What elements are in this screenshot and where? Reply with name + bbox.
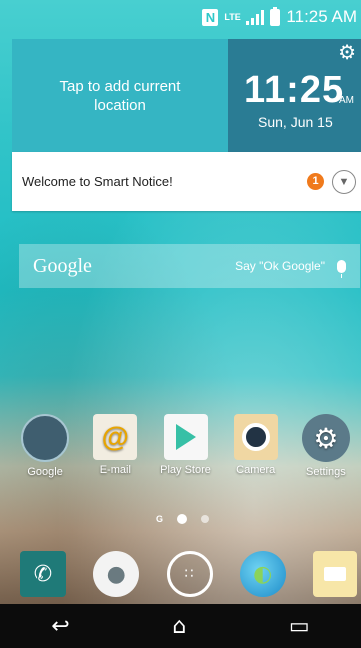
app-google[interactable]: Google [10,414,80,482]
app-label: E-mail [99,464,131,476]
page-dot-active [177,514,188,524]
app-email[interactable]: @ E-mail [80,414,150,482]
gear-icon[interactable]: ⚙ [338,43,356,63]
app-camera[interactable]: Camera [221,414,291,482]
app-row: Google @ E-mail Play Store Camera ⚙ Sett… [10,414,361,482]
contacts-icon[interactable]: ● [93,551,140,597]
smart-notice-card[interactable]: Welcome to Smart Notice! 1 ▼ [12,152,361,211]
page-indicator[interactable]: G [156,514,210,524]
recent-apps-icon[interactable]: ▭ [289,614,310,639]
location-prompt: Tap to add current location [59,77,181,114]
status-time: 11:25 AM [286,7,357,26]
home-icon[interactable]: ⌂ [172,614,186,639]
google-logo: Google [33,254,92,277]
chevron-down-icon: ▼ [338,175,350,188]
settings-icon: ⚙ [301,414,350,462]
google-search-bar[interactable]: Google Say "Ok Google" [19,244,360,288]
navigation-bar: ↩ ⌂ ▭ [0,604,361,648]
app-label: Google [27,466,63,478]
dock: ✆ ● ∷ ◐ [20,547,361,601]
apps-icon[interactable]: ∷ [166,551,213,597]
app-label: Settings [306,466,346,478]
messages-icon[interactable] [313,551,357,597]
clock-ampm: AM [339,95,354,106]
clock-time: 11:25 [244,69,345,111]
browser-icon[interactable]: ◐ [239,551,286,597]
app-label: Camera [236,464,276,476]
lte-icon: LTE [224,11,241,22]
smart-notice-message: Welcome to Smart Notice! [22,174,173,189]
app-settings[interactable]: ⚙ Settings [291,414,361,482]
app-play-store[interactable]: Play Store [150,414,220,482]
app-label: Play Store [160,464,211,476]
mic-icon[interactable] [337,259,346,278]
email-icon: @ [93,414,138,460]
signal-icon [246,9,265,25]
status-bar[interactable]: N LTE 11:25 AM [0,0,361,34]
voice-hint: Say "Ok Google" [235,259,325,273]
phone-icon[interactable]: ✆ [20,551,66,597]
google-page-indicator: G [156,514,164,524]
battery-icon [270,6,281,26]
google-folder-icon [21,414,70,462]
nfc-icon: N [202,8,219,26]
play-store-icon [163,414,208,460]
expand-button[interactable]: ▼ [332,169,356,194]
clock-pane[interactable]: ⚙ 11:25 AM Sun, Jun 15 [228,39,361,152]
add-location-button[interactable]: Tap to add current location [12,39,228,152]
weather-widget[interactable]: Tap to add current location ⚙ 11:25 AM S… [12,39,361,152]
back-icon[interactable]: ↩ [51,614,69,639]
clock-date: Sun, Jun 15 [258,114,333,130]
page-dot [201,515,210,523]
camera-icon [233,414,278,460]
notice-badge: 1 [307,173,324,190]
